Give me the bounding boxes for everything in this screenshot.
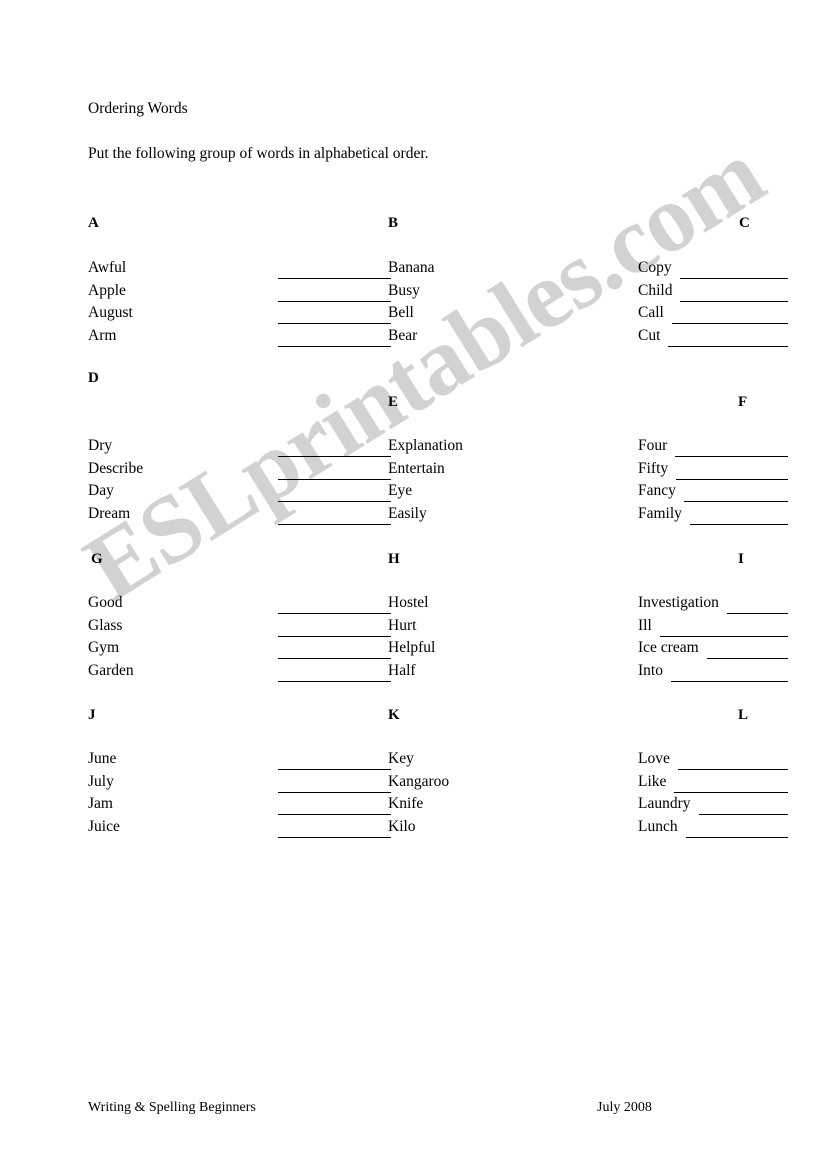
answer-blank-line[interactable] (278, 523, 391, 525)
answer-blank-line[interactable] (278, 300, 391, 302)
word-label: Apple (88, 281, 126, 299)
answer-blank-line[interactable] (278, 278, 391, 279)
answer-blank-line[interactable] (680, 300, 788, 302)
word-label: Into (638, 661, 663, 679)
answer-blank-line[interactable] (278, 613, 391, 614)
word-label: Glass (88, 616, 123, 634)
word-label: Banana (388, 259, 435, 276)
group-letter-i: I (738, 551, 744, 567)
answer-blank-line[interactable] (699, 814, 788, 815)
answer-blank-line[interactable] (707, 658, 788, 659)
answer-blank-line[interactable] (278, 814, 391, 815)
word-label: Garden (88, 661, 134, 679)
word-label: Lunch (638, 817, 678, 835)
answer-blank-line[interactable] (278, 791, 391, 793)
word-label: Dream (88, 504, 131, 522)
word-label: Day (88, 482, 114, 499)
group-letter-b: B (388, 215, 399, 231)
word-label: Dry (88, 437, 113, 454)
word-label: Entertain (388, 459, 445, 477)
word-label: Knife (388, 795, 424, 812)
answer-blank-line[interactable] (660, 635, 788, 637)
word-label: Kangaroo (388, 772, 450, 790)
word-label: Easily (388, 504, 427, 522)
group-letter-l: L (738, 707, 749, 723)
word-label: Fifty (638, 459, 669, 477)
answer-blank-line[interactable] (680, 278, 788, 279)
answer-blank-line[interactable] (675, 456, 788, 457)
word-label: Bell (388, 304, 414, 321)
footer-left-text: Writing & Spelling Beginners (88, 1100, 256, 1115)
answer-blank-line[interactable] (278, 635, 391, 637)
group-letter-j: J (88, 707, 96, 723)
answer-blank-line[interactable] (678, 769, 788, 770)
word-label: Juice (88, 817, 120, 835)
word-label: Copy (638, 259, 672, 276)
word-label: Like (638, 772, 667, 790)
word-label: August (88, 304, 133, 321)
group-letter-c: C (739, 215, 750, 231)
word-label: Gym (88, 639, 119, 656)
word-label: Explanation (388, 437, 463, 454)
word-label: Call (638, 304, 664, 321)
answer-blank-line[interactable] (672, 323, 788, 324)
group-letter-f: F (738, 394, 748, 410)
answer-blank-line[interactable] (671, 680, 788, 682)
answer-blank-line[interactable] (278, 501, 391, 502)
answer-blank-line[interactable] (686, 836, 788, 838)
word-label: Four (638, 437, 668, 454)
group-letter-k: K (388, 707, 400, 723)
word-label: Investigation (638, 594, 719, 611)
word-label: June (88, 750, 117, 767)
word-label: Half (388, 661, 416, 679)
instruction-text: Put the following group of words in alph… (88, 145, 429, 162)
word-label: Ill (638, 616, 652, 634)
footer-right-text: July 2008 (597, 1100, 652, 1115)
answer-blank-line[interactable] (278, 323, 391, 324)
word-label: Eye (388, 482, 413, 499)
word-label: Love (638, 750, 670, 767)
word-label: Hurt (388, 616, 417, 634)
word-label: Hostel (388, 594, 429, 611)
answer-blank-line[interactable] (676, 478, 788, 480)
watermark: ESLprintables.com (0, 0, 821, 1169)
page-title: Ordering Words (88, 100, 188, 117)
group-letter-h: H (388, 551, 400, 567)
word-label: Cut (638, 326, 661, 344)
word-label: Family (638, 504, 682, 522)
watermark-text: ESLprintables.com (66, 119, 781, 621)
answer-blank-line[interactable] (674, 791, 788, 793)
group-letter-e: E (388, 394, 399, 410)
answer-blank-line[interactable] (278, 680, 391, 682)
word-label: Key (388, 750, 414, 767)
group-letter-g: G (91, 551, 103, 567)
answer-blank-line[interactable] (690, 523, 788, 525)
word-label: Helpful (388, 639, 436, 656)
word-label: Jam (88, 795, 113, 812)
group-letter-a: A (88, 215, 99, 231)
answer-blank-line[interactable] (278, 478, 391, 480)
answer-blank-line[interactable] (727, 613, 788, 614)
group-letter-d: D (88, 370, 99, 386)
answer-blank-line[interactable] (684, 501, 788, 502)
answer-blank-line[interactable] (278, 836, 391, 838)
word-label: Arm (88, 326, 117, 344)
answer-blank-line[interactable] (278, 345, 391, 347)
worksheet-page: ESLprintables.com Ordering Words Put the… (0, 0, 821, 1169)
word-label: Bear (388, 326, 418, 344)
word-label: Kilo (388, 817, 416, 835)
answer-blank-line[interactable] (278, 769, 391, 770)
word-label: Laundry (638, 795, 691, 812)
answer-blank-line[interactable] (278, 456, 391, 457)
word-label: Describe (88, 459, 144, 477)
word-label: Child (638, 281, 673, 299)
word-label: July (88, 772, 114, 790)
word-label: Fancy (638, 482, 676, 499)
word-label: Busy (388, 281, 420, 299)
word-label: Awful (88, 259, 127, 276)
word-label: Ice cream (638, 639, 699, 656)
answer-blank-line[interactable] (668, 345, 788, 347)
answer-blank-line[interactable] (278, 658, 391, 659)
word-label: Good (88, 594, 123, 611)
